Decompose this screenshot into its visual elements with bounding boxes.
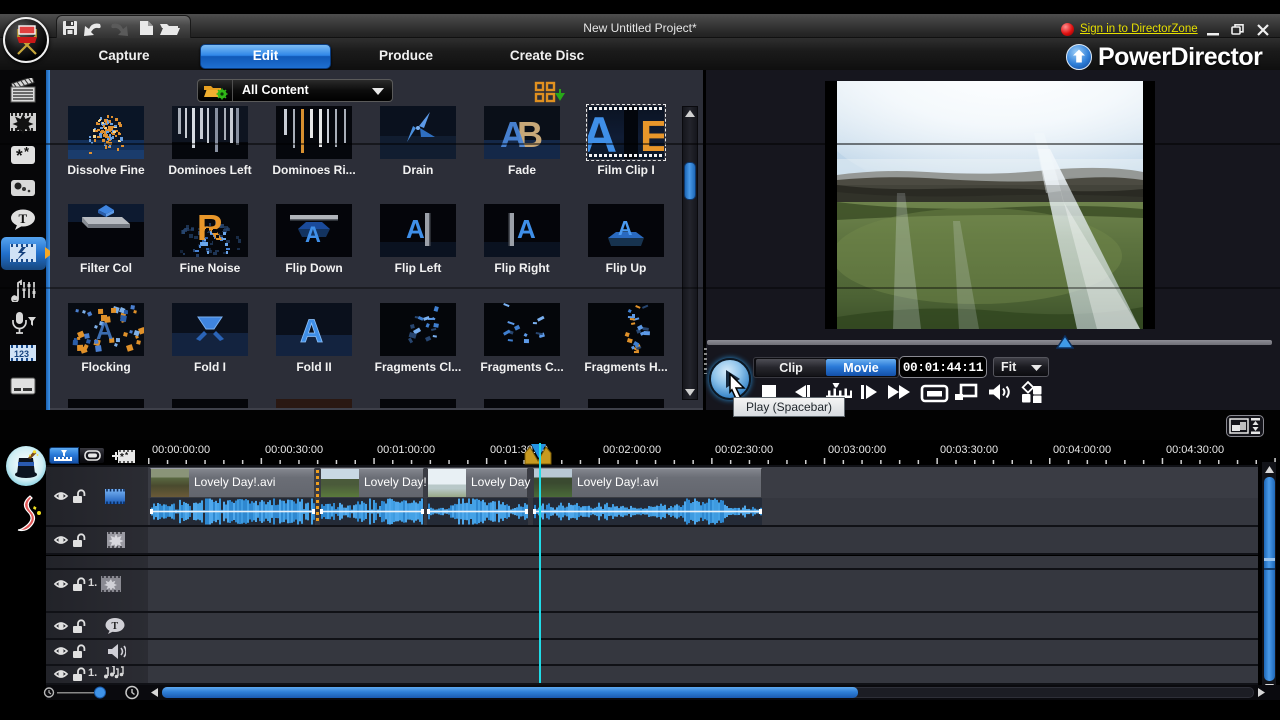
svg-text:T: T (112, 621, 119, 632)
